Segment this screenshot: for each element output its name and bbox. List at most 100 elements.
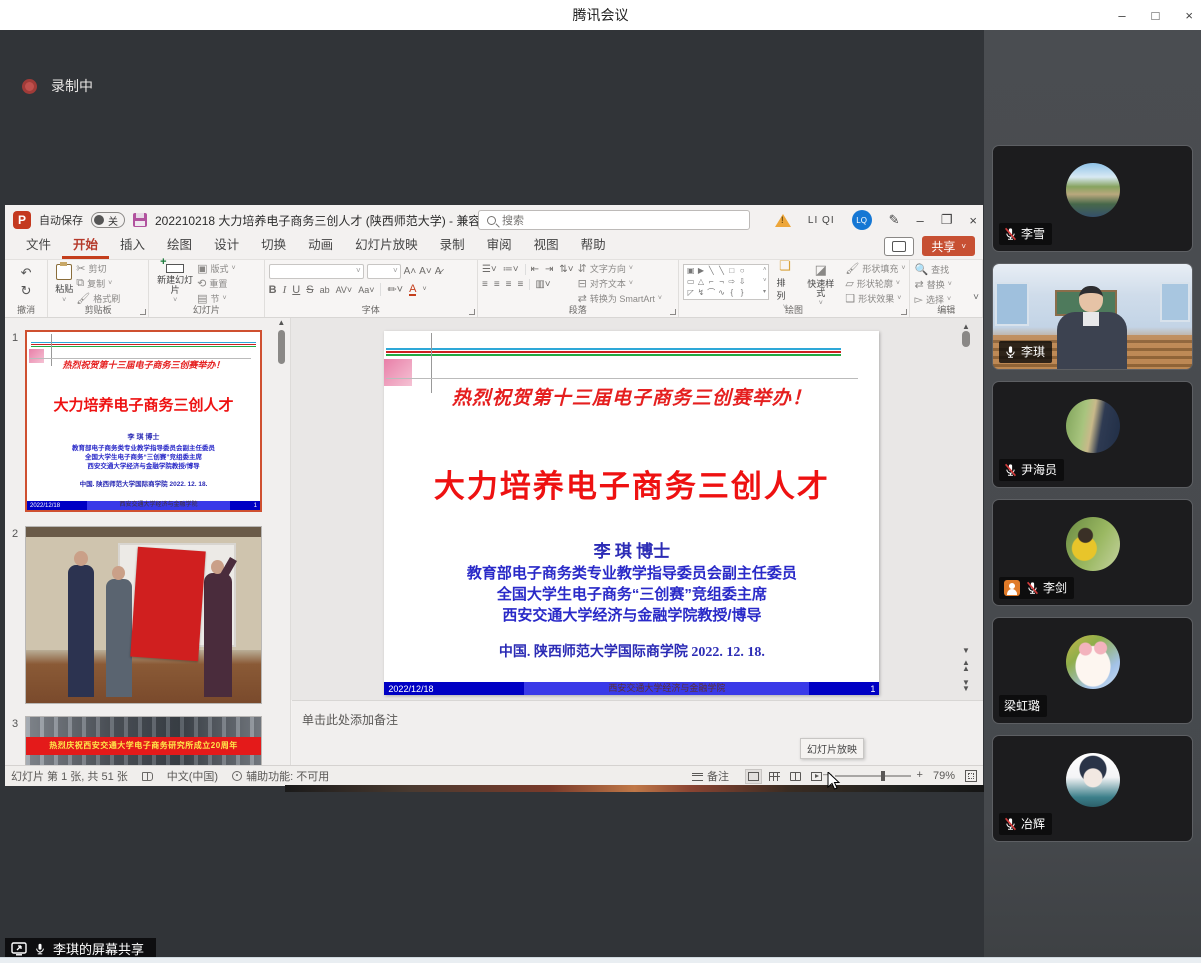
new-slide-button[interactable]: 新建幻灯片˅ [153,264,197,304]
previous-slide-button[interactable]: ▲▲ [962,660,970,672]
slide-sorter-view-button[interactable] [766,769,783,784]
ribbon-tab-幻灯片放映[interactable]: 幻灯片放映 [344,231,429,259]
thumb-number-2: 2 [12,528,18,540]
notes-toggle-button[interactable]: 备注 [692,768,729,784]
ribbon-tab-文件[interactable]: 文件 [15,231,62,259]
slide-thumbnail-2[interactable] [25,526,262,704]
thumbnail-scrollbar[interactable]: ▲ [277,328,286,753]
screen-share-icon [11,942,27,956]
drawing-dialog-launcher-icon[interactable] [901,309,907,315]
zoom-level[interactable]: 79% [933,770,955,782]
background-window-sliver [285,785,984,792]
zoom-slider[interactable] [835,775,911,777]
font-size-select[interactable] [367,264,401,279]
undo-button[interactable]: ↶ [9,264,43,282]
font-style-buttons[interactable]: BIUS abAV˅Aa˅ ✏˅ A˅ [269,283,473,296]
quick-styles-button[interactable]: ◪ 快速样式˅ [801,264,840,304]
participant-tile[interactable]: 李剑 [992,499,1193,606]
clear-format-button[interactable]: A̷ [435,266,442,277]
ribbon-tab-设计[interactable]: 设计 [203,231,250,259]
share-caret-icon: ˅ [961,242,966,251]
recording-dot-icon [22,79,37,94]
ppt-close-button[interactable]: × [969,213,977,228]
text-direction-button[interactable]: ⇵文字方向 ˅ [578,262,662,275]
accessibility-icon [232,771,242,781]
font-name-select[interactable] [269,264,364,279]
close-button[interactable]: × [1185,8,1193,23]
ribbon-tab-绘图[interactable]: 绘图 [156,231,203,259]
ribbon-tab-切换[interactable]: 切换 [250,231,297,259]
participant-tile[interactable]: 梁虹璐 [992,617,1193,724]
layout-button[interactable]: ▣版式 ˅ [197,262,236,275]
scroll-down-icon[interactable]: ▼ [962,646,970,655]
maximize-button[interactable]: □ [1152,8,1160,23]
participant-name: 李雪 [1021,225,1045,242]
align-text-button[interactable]: ⊟对齐文本 ˅ [578,277,662,290]
ribbon-tab-插入[interactable]: 插入 [109,231,156,259]
draw-pen-icon[interactable]: ✎ [889,212,900,228]
toggle-knob-icon [94,215,104,225]
ribbon-tab-开始[interactable]: 开始 [62,231,109,259]
ribbon-tab-录制[interactable]: 录制 [429,231,476,259]
arrange-button[interactable]: ❏ 排列˅ [774,264,797,304]
ribbon-tab-视图[interactable]: 视图 [523,231,570,259]
scroll-up-icon[interactable]: ▲ [962,322,970,331]
font-dialog-launcher-icon[interactable] [469,309,475,315]
ppt-restore-button[interactable]: ❐ [941,212,953,228]
reading-view-button[interactable] [787,769,804,784]
participant-avatar [1066,635,1120,689]
shrink-font-button[interactable]: A˅ [419,266,432,277]
list-indent-buttons[interactable]: ☰˅≔˅⇤⇥⇅˅ [482,264,574,275]
cut-button[interactable]: ✂剪切 [76,262,120,275]
participant-avatar [1066,399,1120,453]
ribbon-collapse-icon[interactable]: ˅ [973,292,979,303]
notes-pane[interactable]: 单击此处添加备注 [292,700,983,765]
paragraph-dialog-launcher-icon[interactable] [670,309,676,315]
shape-gallery[interactable]: ▣▶╲╲□○ ▭△⌐¬⇨⇩ ◸↯⌒∿{} [683,264,769,300]
slide-counter: 幻灯片 第 1 张, 共 51 张 [11,768,128,784]
participant-tile[interactable]: 冶辉 [992,735,1193,842]
redo-button[interactable]: ↻ [9,282,43,300]
ribbon-tab-帮助[interactable]: 帮助 [570,231,617,259]
ppt-minimize-button[interactable]: – [917,213,924,228]
share-button[interactable]: 共享 ˅ [922,236,975,256]
participant-tile[interactable]: 李雪 [992,145,1193,252]
ribbon-group-clipboard: 粘贴˅ ✂剪切 ⧉复制 ˅ 🖌格式刷 剪贴板 [48,260,149,317]
account-avatar[interactable]: LQ [852,210,872,230]
search-input[interactable]: 搜索 [478,210,750,230]
thumb-number-1: 1 [12,332,18,344]
spellcheck-button[interactable] [142,772,153,781]
participant-tile[interactable]: 李琪 [992,263,1193,370]
normal-view-button[interactable] [745,769,762,784]
accessibility-status[interactable]: 辅助功能: 不可用 [232,768,329,784]
ribbon-tab-审阅[interactable]: 审阅 [476,231,523,259]
minimize-button[interactable]: – [1118,8,1125,23]
paste-button[interactable]: 粘贴˅ [52,264,76,304]
mic-muted-icon [1004,227,1017,241]
autosave-toggle[interactable]: 关 [91,212,125,228]
replace-button[interactable]: ⇄替换 ˅ [914,278,978,291]
save-icon[interactable] [133,213,147,227]
ribbon-group-slides: 新建幻灯片˅ ▣版式 ˅ ⟲重置 ▤节 ˅ 幻灯片 [149,260,265,317]
participant-tile[interactable]: 尹海员 [992,381,1193,488]
comments-button[interactable] [884,237,914,256]
slide-thumbnail-3[interactable]: 热烈庆祝西安交通大学电子商务研究所成立20周年 [25,716,262,765]
grow-font-button[interactable]: A˄ [404,266,417,277]
slide-scrollbar[interactable]: ▲ ▼ ▲▲ ▼▼ [959,318,973,700]
slide-thumbnail-1[interactable]: 热烈祝贺第十三届电子商务三创赛举办！ 大力培养电子商务三创人才 李 琪 博士 教… [25,330,262,512]
fit-slide-button[interactable] [965,770,977,782]
reset-button[interactable]: ⟲重置 [197,277,236,290]
slide-canvas[interactable]: 热烈祝贺第十三届电子商务三创赛举办！ 大力培养电子商务三创人才 李 琪 博士 教… [384,331,879,695]
align-buttons[interactable]: ≡≡≡≡▥˅ [482,279,574,290]
shape-fill-button[interactable]: 🖌形状填充 ˅ [845,262,905,275]
scroll-up-icon[interactable]: ▲ [277,318,285,327]
find-button[interactable]: 🔍查找 [914,263,978,276]
warning-icon[interactable] [775,214,791,227]
clipboard-dialog-launcher-icon[interactable] [140,309,146,315]
slide-thumbnail-panel: 1 热烈祝贺第十三届电子商务三创赛举办！ 大力培养电子商务三创人才 李 琪 博士… [5,318,291,765]
next-slide-button[interactable]: ▼▼ [962,680,970,692]
shape-outline-button[interactable]: ▱形状轮廓 ˅ [845,277,905,290]
ribbon-tab-动画[interactable]: 动画 [297,231,344,259]
copy-button[interactable]: ⧉复制 ˅ [76,277,120,290]
language-indicator[interactable]: 中文(中国) [167,768,218,784]
